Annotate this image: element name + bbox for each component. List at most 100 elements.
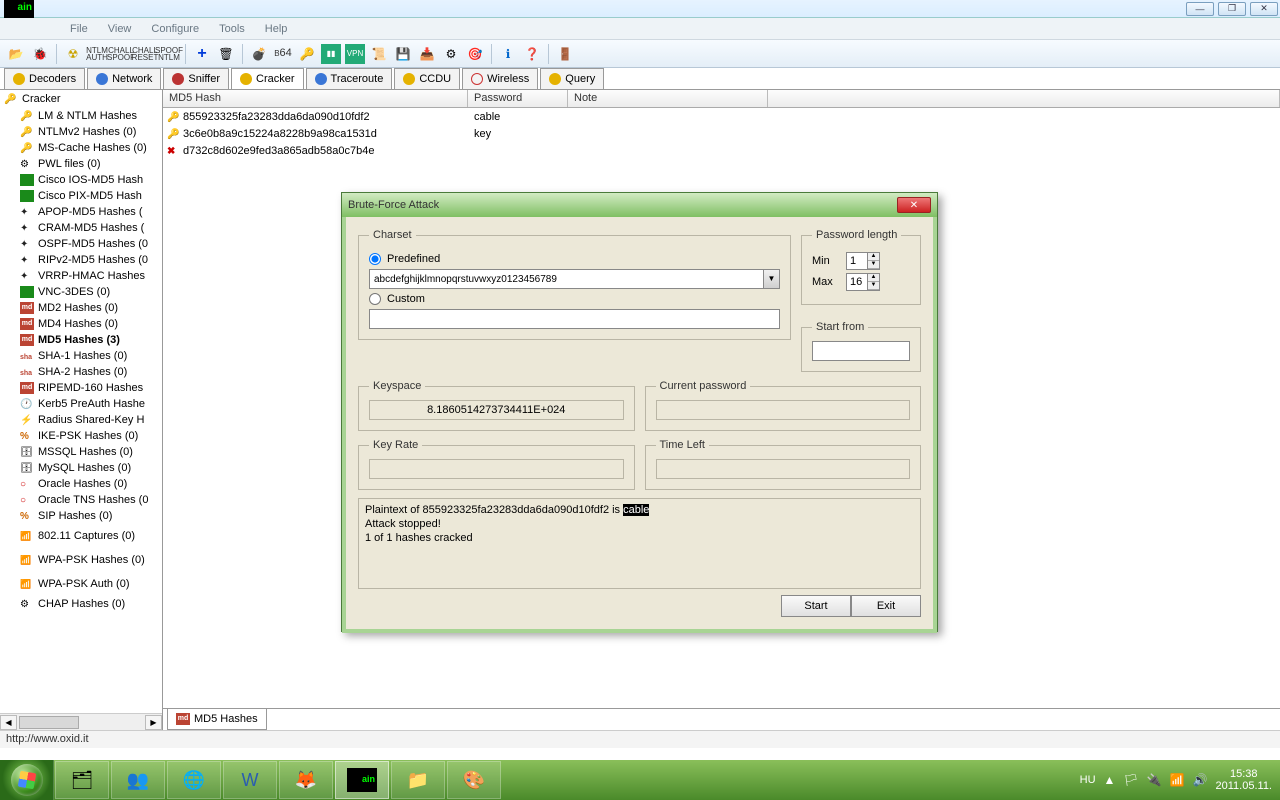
predefined-radio[interactable]: Predefined (369, 253, 780, 265)
save-icon[interactable]: 🐞 (30, 44, 50, 64)
scroll-left-icon[interactable]: ◀ (0, 715, 17, 730)
net2-icon[interactable]: VPN (345, 44, 365, 64)
menu-tools[interactable]: Tools (209, 23, 255, 35)
sidebar-item[interactable]: mdRIPEMD-160 Hashes (0, 380, 162, 396)
sidebar-item[interactable]: mdMD4 Hashes (0) (0, 316, 162, 332)
cert-icon[interactable]: 📜 (369, 44, 389, 64)
tab-decoders[interactable]: Decoders (4, 68, 85, 89)
tray-language[interactable]: HU (1080, 774, 1096, 786)
start-button[interactable]: Start (781, 595, 851, 617)
sidebar-item[interactable]: mdMD2 Hashes (0) (0, 300, 162, 316)
tab-query[interactable]: Query (540, 68, 604, 89)
taskbar-firefox[interactable]: 🦊 (279, 761, 333, 799)
tab-wireless[interactable]: Wireless (462, 68, 538, 89)
taskbar-cain[interactable] (335, 761, 389, 799)
dialog-close-button[interactable]: ✕ (897, 197, 931, 213)
table-row[interactable]: 855923325fa23283dda6da090d10fdf2cable (163, 108, 1280, 125)
tab-ccdu[interactable]: CCDU (394, 68, 460, 89)
remove-icon[interactable]: 🗑 (216, 44, 236, 64)
tab-sniffer[interactable]: Sniffer (163, 68, 229, 89)
help-icon[interactable]: ❓ (522, 44, 542, 64)
chall-spoof-icon[interactable]: CHALLSPOOF (111, 44, 131, 64)
menu-configure[interactable]: Configure (141, 23, 209, 35)
inbox-icon[interactable]: 📥 (417, 44, 437, 64)
sidebar-item[interactable]: Radius Shared-Key H (0, 412, 162, 428)
nuke-icon[interactable]: ☢ (63, 44, 83, 64)
maximize-button[interactable]: ❐ (1218, 2, 1246, 16)
tab-traceroute[interactable]: Traceroute (306, 68, 393, 89)
chall-reset-icon[interactable]: CHALLRESET (135, 44, 155, 64)
target-icon[interactable]: 🎯 (465, 44, 485, 64)
tab-cracker[interactable]: Cracker (231, 68, 304, 89)
disk-icon[interactable]: 💾 (393, 44, 413, 64)
key-icon[interactable]: 🔑 (297, 44, 317, 64)
sidebar-root[interactable]: Cracker (0, 90, 162, 108)
info-icon[interactable]: ℹ (498, 44, 518, 64)
sidebar-item[interactable]: SHA-2 Hashes (0) (0, 364, 162, 380)
taskbar-word[interactable]: W (223, 761, 277, 799)
dialog-titlebar[interactable]: Brute-Force Attack ✕ (342, 193, 937, 217)
sidebar-item[interactable]: RIPv2-MD5 Hashes (0 (0, 252, 162, 268)
taskbar-chrome[interactable]: 🌐 (167, 761, 221, 799)
menu-view[interactable]: View (98, 23, 142, 35)
open-icon[interactable]: 📂 (6, 44, 26, 64)
ntlm-icon[interactable]: NTLMAUTH (87, 44, 107, 64)
tray-flag-icon[interactable]: 🏳 (1123, 773, 1138, 787)
sidebar-item[interactable]: VNC-3DES (0) (0, 284, 162, 300)
sidebar-item[interactable]: SIP Hashes (0) (0, 508, 162, 524)
sidebar-item[interactable]: Kerb5 PreAuth Hashe (0, 396, 162, 412)
sidebar-item[interactable]: MySQL Hashes (0) (0, 460, 162, 476)
gear-icon[interactable]: ⚙ (441, 44, 461, 64)
chevron-down-icon[interactable]: ▼ (763, 270, 779, 288)
sidebar-item[interactable]: Cisco PIX-MD5 Hash (0, 188, 162, 204)
sidebar-item[interactable]: mdMD5 Hashes (3) (0, 332, 162, 348)
start-button-orb[interactable] (0, 760, 54, 800)
menu-help[interactable]: Help (255, 23, 298, 35)
tray-up-icon[interactable]: ▲ (1104, 773, 1116, 787)
sidebar-item[interactable]: 802.11 Captures (0) (0, 524, 162, 548)
bottom-tab[interactable]: md MD5 Hashes (167, 709, 267, 730)
sidebar-item[interactable]: LM & NTLM Hashes (0, 108, 162, 124)
col-hash[interactable]: MD5 Hash (163, 90, 468, 107)
tray-volume-icon[interactable]: 🔊 (1193, 773, 1208, 787)
b64-icon[interactable]: B64 (273, 44, 293, 64)
predefined-radio-input[interactable] (369, 253, 381, 265)
sidebar-scrollbar[interactable]: ◀ ▶ (0, 713, 162, 730)
sidebar-item[interactable]: Cisco IOS-MD5 Hash (0, 172, 162, 188)
sidebar-item[interactable]: MSSQL Hashes (0) (0, 444, 162, 460)
custom-charset-input[interactable] (369, 309, 780, 329)
taskbar-msn[interactable]: 👥 (111, 761, 165, 799)
col-password[interactable]: Password (468, 90, 568, 107)
sidebar-item[interactable]: SHA-1 Hashes (0) (0, 348, 162, 364)
tab-network[interactable]: Network (87, 68, 161, 89)
max-spinner[interactable]: 16 ▲▼ (846, 273, 880, 291)
min-spinner[interactable]: 1 ▲▼ (846, 252, 880, 270)
taskbar-folder[interactable]: 📁 (391, 761, 445, 799)
sidebar-item[interactable]: Oracle Hashes (0) (0, 476, 162, 492)
sidebar-item[interactable]: CHAP Hashes (0) (0, 596, 162, 612)
sidebar-item[interactable]: WPA-PSK Hashes (0) (0, 548, 162, 572)
sidebar-item[interactable]: IKE-PSK Hashes (0) (0, 428, 162, 444)
sidebar-item[interactable]: APOP-MD5 Hashes ( (0, 204, 162, 220)
tray-network-icon[interactable]: 📶 (1170, 773, 1185, 787)
sidebar-item[interactable]: Oracle TNS Hashes (0 (0, 492, 162, 508)
col-note[interactable]: Note (568, 90, 768, 107)
table-row[interactable]: 3c6e0b8a9c15224a8228b9a98ca1531dkey (163, 125, 1280, 142)
minimize-button[interactable]: — (1186, 2, 1214, 16)
menu-file[interactable]: File (60, 23, 98, 35)
sidebar-item[interactable]: VRRP-HMAC Hashes (0, 268, 162, 284)
custom-radio[interactable]: Custom (369, 293, 780, 305)
add-icon[interactable]: + (192, 44, 212, 64)
sidebar-item[interactable]: OSPF-MD5 Hashes (0 (0, 236, 162, 252)
close-button[interactable]: ✕ (1250, 2, 1278, 16)
spoof-ntlm-icon[interactable]: SPOOFNTLM (159, 44, 179, 64)
net1-icon[interactable]: ▮▮ (321, 44, 341, 64)
tray-clock[interactable]: 15:38 2011.05.11. (1216, 768, 1272, 792)
sidebar-item[interactable]: PWL files (0) (0, 156, 162, 172)
exit-button[interactable]: Exit (851, 595, 921, 617)
taskbar-paint[interactable]: 🎨 (447, 761, 501, 799)
bomb-icon[interactable]: 💣 (249, 44, 269, 64)
sidebar-item[interactable]: WPA-PSK Auth (0) (0, 572, 162, 596)
sidebar-item[interactable]: NTLMv2 Hashes (0) (0, 124, 162, 140)
table-row[interactable]: d732c8d602e9fed3a865adb58a0c7b4e (163, 142, 1280, 159)
